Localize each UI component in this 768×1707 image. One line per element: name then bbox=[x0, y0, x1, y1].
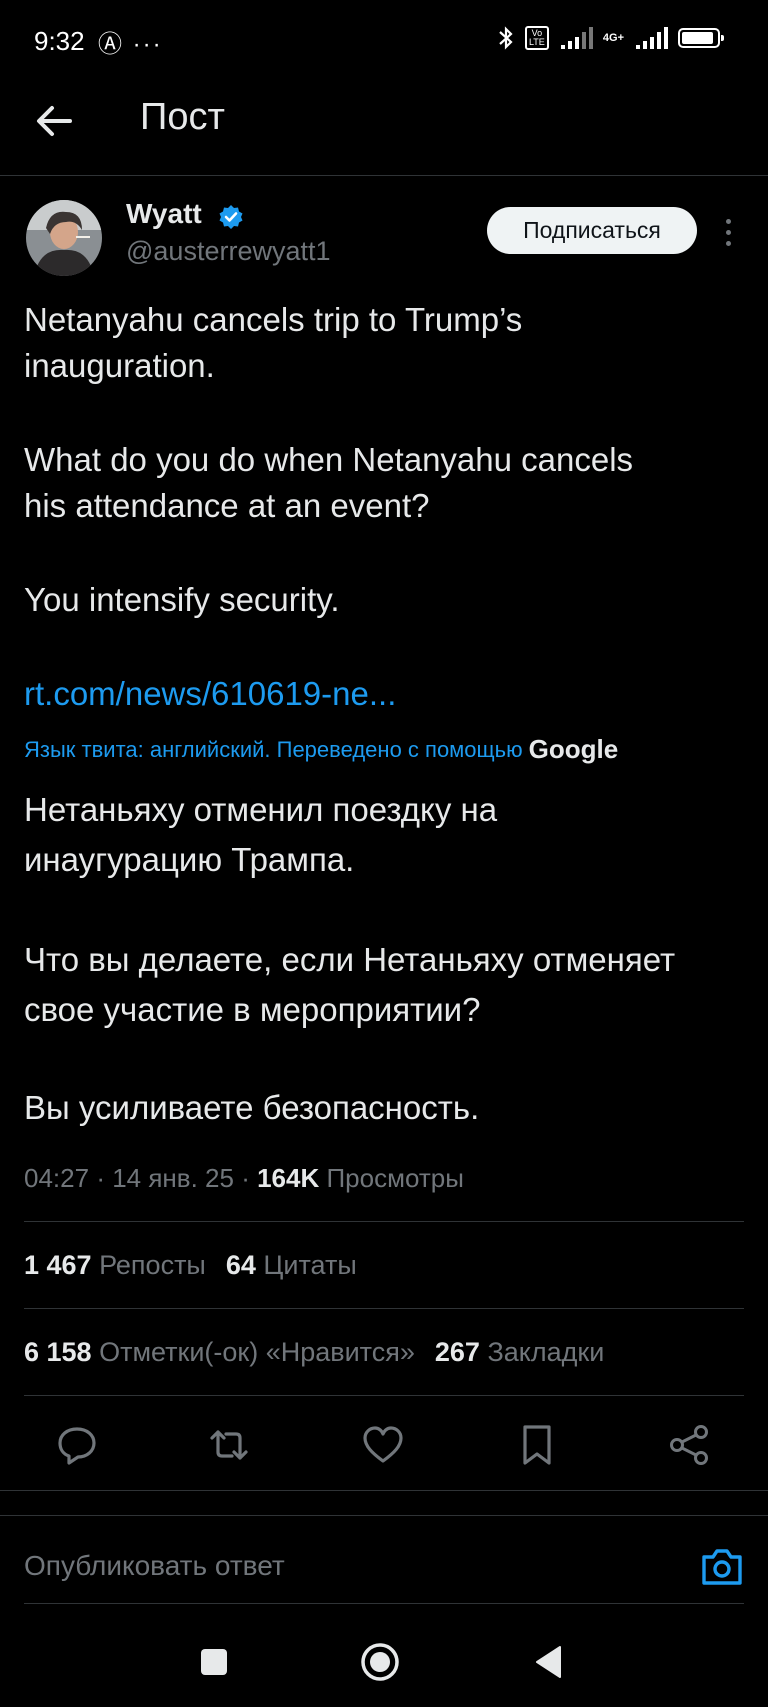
square-icon bbox=[201, 1649, 227, 1675]
bookmarks-stat[interactable]: 267 Закладки bbox=[435, 1337, 604, 1368]
tweet-text-line: Netanyahu cancels trip to Trump’s bbox=[24, 301, 523, 338]
meta-separator: · bbox=[96, 1163, 113, 1193]
more-dot bbox=[725, 229, 731, 235]
signal-icon-2 bbox=[636, 27, 668, 49]
stats-row-2: 6 158 Отметки(-ок) «Нравится» 267 Заклад… bbox=[24, 1337, 604, 1368]
bluetooth-icon bbox=[499, 26, 513, 50]
status-time: 9:32 bbox=[34, 26, 85, 56]
status-notification-icons: Ⓐ ··· bbox=[98, 31, 163, 58]
quotes-stat[interactable]: 64 Цитаты bbox=[226, 1250, 357, 1281]
header-divider bbox=[0, 175, 768, 176]
divider bbox=[24, 1395, 744, 1396]
reply-input[interactable]: Опубликовать ответ bbox=[24, 1550, 285, 1582]
likes-stat[interactable]: 6 158 Отметки(-ок) «Нравится» bbox=[24, 1337, 415, 1368]
tweet-text-line: inauguration. bbox=[24, 347, 215, 384]
likes-label: Отметки(-ок) «Нравится» bbox=[99, 1337, 415, 1367]
more-dot bbox=[725, 240, 731, 246]
share-button[interactable] bbox=[665, 1420, 715, 1470]
battery-icon bbox=[678, 28, 724, 48]
author-handle[interactable]: @austerrewyatt1 bbox=[126, 236, 331, 267]
tweet-link[interactable]: rt.com/news/610619-ne... bbox=[24, 670, 744, 717]
quotes-count: 64 bbox=[225, 1250, 256, 1280]
translation-line: инаугурацию Трампа. bbox=[24, 841, 355, 878]
like-button[interactable] bbox=[358, 1420, 408, 1470]
camera-button[interactable] bbox=[700, 1545, 744, 1589]
tweet-text-line: his attendance at an event? bbox=[24, 487, 430, 524]
post-time: 04:27 bbox=[24, 1163, 90, 1193]
translation-line: свое участие в мероприятии? bbox=[24, 991, 481, 1028]
signal-icon-1 bbox=[560, 27, 593, 49]
post-date: 14 янв. 25 bbox=[112, 1163, 234, 1193]
author-name[interactable]: Wyatt bbox=[126, 198, 202, 230]
views-label[interactable]: Просмотры bbox=[326, 1163, 463, 1193]
reposts-stat[interactable]: 1 467 Репосты bbox=[24, 1250, 206, 1281]
verified-badge-icon bbox=[219, 205, 243, 229]
action-bar-divider bbox=[0, 1490, 768, 1491]
reposts-label: Репосты bbox=[99, 1250, 206, 1280]
divider bbox=[24, 1221, 744, 1222]
translation-line: Нетаньяху отменил поездку на bbox=[24, 791, 498, 828]
tweet-text-line: What do you do when Netanyahu cancels bbox=[24, 441, 634, 478]
more-dots-icon bbox=[725, 218, 731, 224]
status-right-icons: Vo LTE 4G+ bbox=[497, 26, 724, 50]
translation-note[interactable]: Язык твита: английский. Переведено с пом… bbox=[24, 734, 618, 765]
recent-apps-button[interactable] bbox=[192, 1640, 236, 1684]
back-nav-button[interactable] bbox=[528, 1640, 572, 1684]
google-logo: Google bbox=[528, 734, 619, 764]
likes-count: 6 158 bbox=[24, 1337, 92, 1367]
reposts-count: 1 467 bbox=[24, 1250, 92, 1280]
back-button[interactable] bbox=[30, 96, 80, 146]
triangle-back-icon bbox=[536, 1646, 561, 1678]
page-title: Пост bbox=[140, 96, 225, 138]
translation-line: Что вы делаете, если Нетаньяху отменяет bbox=[24, 941, 676, 978]
more-options-button[interactable] bbox=[718, 212, 738, 252]
meta-separator: · bbox=[241, 1163, 258, 1193]
home-circle-icon bbox=[361, 1643, 399, 1681]
divider bbox=[24, 1308, 744, 1309]
battery-level bbox=[682, 32, 713, 44]
reply-icon bbox=[58, 1427, 96, 1465]
repost-icon bbox=[210, 1430, 248, 1460]
avatar-image bbox=[26, 200, 102, 276]
avatar[interactable] bbox=[26, 200, 102, 276]
quotes-label: Цитаты bbox=[263, 1250, 357, 1280]
post-meta: 04:27 · 14 янв. 25 · 164K Просмотры bbox=[24, 1163, 464, 1194]
camera-icon bbox=[702, 1549, 742, 1585]
volte-icon: Vo LTE bbox=[524, 26, 549, 50]
translation-note-text: Язык твита: английский. Переведено с пом… bbox=[24, 736, 523, 762]
views-count[interactable]: 164K bbox=[257, 1163, 319, 1193]
stats-row-1: 1 467 Репосты 64 Цитаты bbox=[24, 1250, 357, 1281]
bookmarks-count: 267 bbox=[434, 1337, 480, 1367]
home-button[interactable] bbox=[358, 1640, 402, 1684]
reply-input-underline bbox=[24, 1603, 744, 1604]
repost-button[interactable] bbox=[204, 1420, 254, 1470]
tweet-text-line: You intensify security. bbox=[24, 581, 340, 618]
heart-icon bbox=[363, 1426, 403, 1463]
reply-bar-divider bbox=[0, 1515, 768, 1516]
translation-line: Вы усиливаете безопасность. bbox=[24, 1089, 480, 1126]
arrow-left-icon bbox=[37, 106, 72, 136]
bookmark-button[interactable] bbox=[512, 1420, 562, 1470]
bookmark-icon bbox=[523, 1425, 551, 1465]
network-type-label: 4G+ bbox=[602, 32, 624, 44]
share-icon bbox=[670, 1425, 708, 1465]
reply-button[interactable] bbox=[52, 1420, 102, 1470]
bookmarks-label: Закладки bbox=[487, 1337, 605, 1367]
follow-button[interactable]: Подписаться bbox=[487, 207, 697, 254]
